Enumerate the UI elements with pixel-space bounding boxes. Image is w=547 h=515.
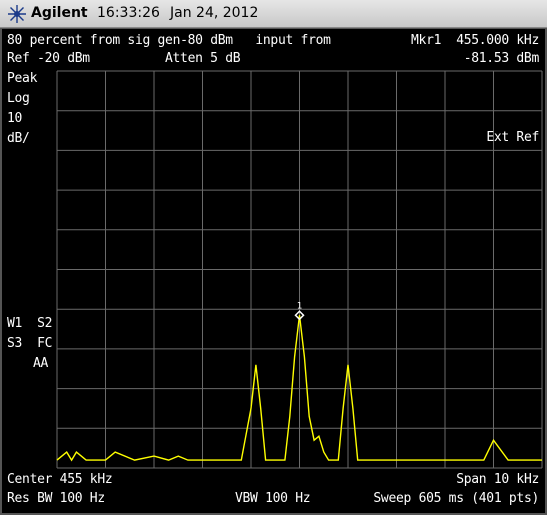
video-bandwidth: VBW 100 Hz [235, 491, 311, 506]
attenuation: Atten 5 dB [165, 51, 241, 66]
frequency-span: Span 10 kHz [456, 472, 539, 487]
trace-mode-s3: S3 FC [7, 336, 53, 351]
detector-mode: Peak [7, 71, 38, 86]
brand-name: Agilent [31, 5, 88, 21]
title-annotation: 80 percent from sig gen-80 dBm input fro… [7, 33, 331, 48]
marker-number-label: 1 [297, 301, 302, 311]
reference-level: Ref -20 dBm [7, 51, 90, 66]
clock-date: Jan 24, 2012 [170, 5, 259, 21]
scale-type: Log [7, 91, 30, 106]
scale-unit: dB/ [7, 131, 30, 146]
ext-ref-indicator: Ext Ref [486, 130, 539, 145]
trace-mode-aa: AA [33, 356, 49, 371]
trace-mode-w1: W1 S2 [7, 316, 53, 331]
center-frequency: Center 455 kHz [7, 472, 113, 487]
spectrum-plot: 1 [56, 70, 543, 469]
marker-amplitude: -81.53 dBm [463, 51, 540, 66]
title-bar: Agilent 16:33:26 Jan 24, 2012 [0, 0, 547, 28]
resolution-bandwidth: Res BW 100 Hz [7, 491, 105, 506]
marker-frequency: Mkr1 455.000 kHz [411, 33, 539, 48]
clock-time: 16:33:26 [97, 5, 160, 21]
scale-value: 10 [7, 111, 23, 126]
sweep-time: Sweep 605 ms (401 pts) [373, 491, 539, 506]
agilent-spark-icon [8, 5, 26, 23]
analyzer-screen: 1 80 percent from sig gen-80 dBm input f… [0, 28, 547, 515]
